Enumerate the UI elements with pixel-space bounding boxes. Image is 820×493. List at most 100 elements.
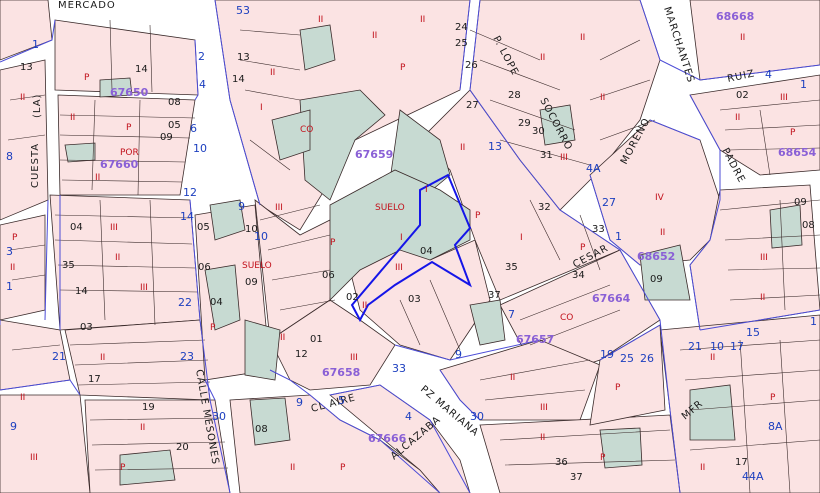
map-label-114: P [615, 383, 621, 393]
map-label-153: 4 [405, 410, 412, 423]
map-label-130: II [20, 393, 25, 403]
map-label-82: II [100, 353, 105, 363]
map-label-124: II [700, 463, 705, 473]
map-label-122: II [710, 353, 715, 363]
map-label-33: 24 [455, 22, 468, 33]
map-label-63: 02 [346, 292, 359, 303]
map-label-77: P [12, 233, 18, 243]
zone-67650: 67650 [110, 86, 149, 99]
map-label-164: 4 [765, 68, 772, 81]
map-label-51: 04 [210, 297, 223, 308]
map-label-139: 14 [180, 210, 194, 223]
map-label-91: II [372, 31, 377, 41]
map-label-116: II [660, 228, 665, 238]
map-label-144: 9 [10, 420, 17, 433]
map-label-170: 10 [710, 340, 724, 353]
map-label-32: 25 [455, 38, 468, 49]
map-label-88: I [260, 103, 263, 113]
map-label-133: 1 [32, 38, 39, 51]
map-label-171: 17 [730, 340, 744, 353]
map-label-43: 35 [505, 262, 518, 273]
map-label-26: 14 [135, 64, 148, 75]
map-label-138: 12 [183, 186, 197, 199]
map-label-165: 1 [800, 78, 807, 91]
map-label-95: I [425, 185, 428, 195]
map-label-172: 30 [470, 410, 484, 423]
map-label-103: III [350, 353, 358, 363]
map-label-61: 08 [255, 424, 268, 435]
map-label-56: 01 [310, 334, 323, 345]
map-label-97: I [400, 233, 403, 243]
zone-67664: 67664 [592, 292, 631, 305]
map-label-39: 31 [540, 150, 553, 161]
map-shape-43 [769, 204, 803, 249]
map-label-107: II [600, 93, 605, 103]
map-label-121: II [760, 293, 765, 303]
map-label-151: 5 [338, 394, 345, 407]
map-label-67: 09 [650, 274, 663, 285]
map-label-71: P [84, 73, 90, 83]
map-label-68: 09 [794, 197, 807, 208]
map-label-70: 02 [736, 90, 749, 101]
street-la: (LA) [32, 94, 43, 118]
map-label-29: 09 [160, 132, 173, 143]
map-label-125: II [740, 33, 745, 43]
map-label-126: II [540, 433, 545, 443]
map-label-90: II [318, 15, 323, 25]
map-label-36: 28 [508, 90, 521, 101]
map-label-38: 30 [532, 126, 545, 137]
map-label-128: II [290, 463, 295, 473]
map-label-132: 53 [236, 4, 250, 17]
map-label-149: 10 [254, 230, 268, 243]
map-label-40: 32 [538, 202, 551, 213]
map-label-102: II [280, 333, 285, 343]
map-label-163: 15 [746, 326, 760, 339]
map-label-76: II [20, 93, 25, 103]
map-label-52: 06 [198, 262, 211, 273]
map-label-135: 4 [199, 78, 206, 91]
map-label-141: 3 [6, 245, 13, 258]
map-shape-4 [0, 214, 46, 321]
map-label-59: 19 [142, 402, 155, 413]
map-label-111: CO [560, 313, 573, 323]
map-label-161: 25 [620, 352, 634, 365]
cadastral-map[interactable]: 68668 67650 67660 67659 68654 68652 6766… [0, 0, 820, 493]
map-label-169: 21 [688, 340, 702, 353]
map-label-58: 17 [88, 374, 101, 385]
map-label-110: P [580, 243, 586, 253]
map-label-46: 03 [408, 294, 421, 305]
map-label-152: 33 [392, 362, 406, 375]
map-label-74: II [95, 173, 100, 183]
map-label-131: III [30, 453, 38, 463]
map-label-89: CO [300, 125, 313, 135]
map-shape-2 [0, 59, 49, 221]
map-label-30: 13 [237, 52, 250, 63]
map-label-156: 7 [508, 308, 515, 321]
map-label-41: 33 [592, 224, 605, 235]
map-label-146: 23 [180, 350, 194, 363]
map-shape-35 [244, 319, 281, 381]
map-shape-37 [64, 142, 96, 163]
map-label-75: POR [120, 148, 139, 158]
zone-67658: 67658 [322, 366, 360, 379]
map-label-166: 1 [810, 315, 817, 328]
map-label-69: 08 [802, 220, 815, 231]
map-label-143: 21 [52, 350, 66, 363]
map-label-162: 26 [640, 352, 654, 365]
zone-67660: 67660 [100, 158, 139, 171]
map-label-101: III [275, 203, 283, 213]
map-label-80: II [115, 253, 120, 263]
zone-67659: 67659 [355, 148, 393, 161]
map-label-49: 14 [75, 286, 88, 297]
map-label-120: III [760, 253, 768, 263]
street-mercado: MERCADO [58, 0, 116, 11]
zone-68652: 68652 [637, 250, 675, 263]
map-label-168: 44A [742, 470, 764, 483]
map-shape-38 [119, 449, 176, 486]
map-label-48: 35 [62, 260, 75, 271]
map-label-150: 9 [296, 396, 303, 409]
map-label-53: 05 [197, 222, 210, 233]
map-label-86: SUELO [242, 261, 272, 271]
map-label-72: P [126, 123, 132, 133]
map-shape-8 [0, 394, 91, 493]
